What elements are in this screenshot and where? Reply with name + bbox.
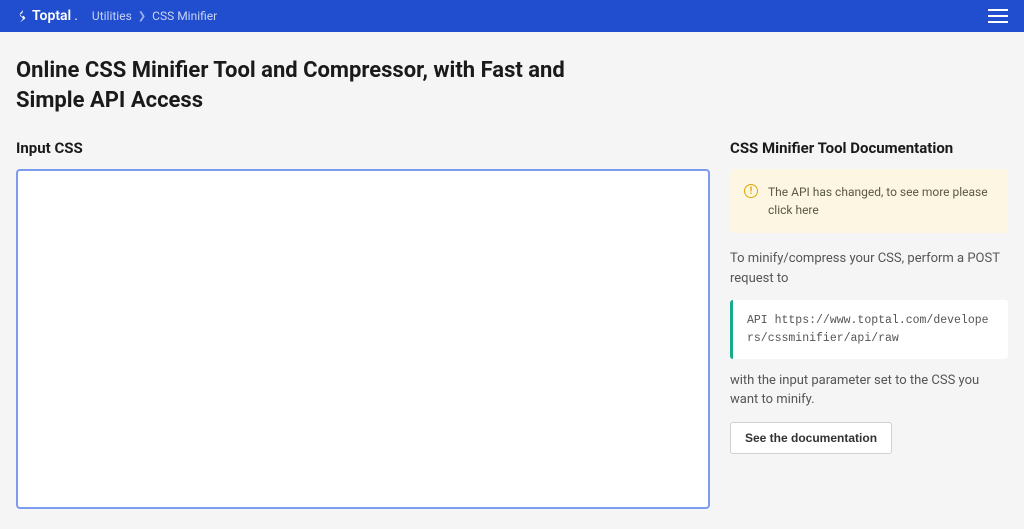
docs-heading: CSS Minifier Tool Documentation — [730, 139, 1008, 157]
toptal-logo-icon — [16, 10, 29, 23]
docs-outro: with the input parameter set to the CSS … — [730, 371, 1008, 410]
input-heading: Input CSS — [16, 139, 710, 157]
main-content: Online CSS Minifier Tool and Compressor,… — [0, 32, 1024, 529]
input-column: Input CSS — [16, 139, 710, 513]
css-input[interactable] — [16, 169, 710, 509]
chevron-right-icon: ❯ — [138, 11, 146, 22]
menu-icon[interactable] — [988, 9, 1008, 23]
api-change-alert[interactable]: ! The API has changed, to see more pleas… — [730, 169, 1008, 233]
docs-column: CSS Minifier Tool Documentation ! The AP… — [730, 139, 1008, 513]
docs-intro: To minify/compress your CSS, perform a P… — [730, 249, 1008, 288]
columns: Input CSS CSS Minifier Tool Documentatio… — [16, 139, 1008, 513]
api-endpoint-code: API https://www.toptal.com/developers/cs… — [730, 300, 1008, 359]
alert-text: The API has changed, to see more please … — [768, 185, 988, 217]
logo[interactable]: Toptal. — [16, 8, 78, 24]
breadcrumb-item[interactable]: CSS Minifier — [152, 9, 217, 23]
breadcrumb: Utilities ❯ CSS Minifier — [92, 9, 217, 23]
logo-dot: . — [74, 8, 78, 24]
navbar: Toptal. Utilities ❯ CSS Minifier — [0, 0, 1024, 32]
warning-icon: ! — [744, 184, 758, 198]
logo-text: Toptal — [32, 8, 71, 24]
navbar-left: Toptal. Utilities ❯ CSS Minifier — [16, 8, 217, 24]
see-documentation-button[interactable]: See the documentation — [730, 422, 892, 454]
page-title: Online CSS Minifier Tool and Compressor,… — [16, 56, 576, 115]
breadcrumb-item[interactable]: Utilities — [92, 9, 132, 23]
